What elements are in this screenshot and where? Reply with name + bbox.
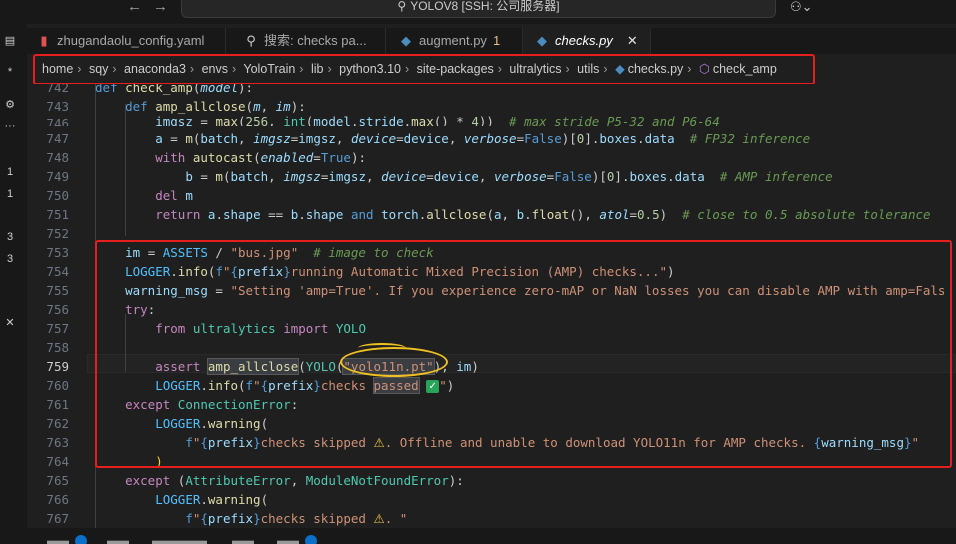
warning-icon: ⚠ <box>373 511 385 526</box>
line-number: 742 <box>46 84 69 95</box>
tab-label: zhugandaolu_config.yaml <box>57 33 205 48</box>
badge-2: 1 <box>6 188 14 200</box>
line-number: 752 <box>46 226 69 241</box>
account-icon[interactable]: ⚇⌄ <box>790 0 813 14</box>
activity-bar: ▤ * ⚙ ··· 1 1 3 3 ✕ <box>0 24 27 544</box>
search-icon[interactable]: * <box>0 66 20 78</box>
code-line: def amp_allclose(m, im): <box>125 99 306 114</box>
panel-tab[interactable]: ▬▬ <box>47 535 88 544</box>
tab-config-yaml[interactable]: ▮ zhugandaolu_config.yaml <box>27 28 226 54</box>
python-file-icon: ◆ <box>537 33 547 48</box>
model-arg-annotation-stroke <box>358 343 406 353</box>
badge-1: 1 <box>6 166 14 178</box>
badge-3: 3 <box>6 231 14 243</box>
line-number: 763 <box>46 435 69 450</box>
line-number: 755 <box>46 283 69 298</box>
code-line: b = m(batch, imgsz=imgsz, device=device,… <box>185 169 833 184</box>
line-number: 761 <box>46 397 69 412</box>
code-line: a = m(batch, imgsz=imgsz, device=device,… <box>155 131 811 146</box>
tab-augment-py[interactable]: ◆ augment.py 1 <box>386 28 523 54</box>
python-file-icon: ◆ <box>401 33 411 48</box>
line-number: 760 <box>46 378 69 393</box>
command-center-label: YOLOV8 [SSH: 公司服务器] <box>410 0 560 13</box>
panel-tab[interactable]: ▬▬▬▬▬ <box>152 535 207 544</box>
code-line: def check_amp(model): <box>95 84 254 95</box>
title-bar: ← → ⚲ YOLOV8 [SSH: 公司服务器] ⚇⌄ <box>0 0 956 24</box>
panel-tab[interactable]: ▬▬ <box>107 535 129 544</box>
search-icon: ⚲ <box>397 0 407 13</box>
tab-label: checks.py <box>555 33 613 48</box>
close-tab-icon[interactable]: ✕ <box>627 33 638 48</box>
line-number: 758 <box>46 340 69 355</box>
source-control-icon[interactable]: ⚙ <box>0 98 20 111</box>
line-number: 756 <box>46 302 69 317</box>
line-number: 743 <box>46 99 69 114</box>
search-icon: ⚲ <box>246 33 256 48</box>
line-number: 757 <box>46 321 69 336</box>
panel-bar: ▬▬ ▬▬ ▬▬▬▬▬ ▬▬ ▬▬ <box>27 528 956 544</box>
yaml-file-icon: ▮ <box>40 33 48 48</box>
command-center[interactable]: ⚲ YOLOV8 [SSH: 公司服务器] <box>181 0 776 18</box>
line-number: 754 <box>46 264 69 279</box>
code-line: LOGGER.warning( <box>155 492 269 507</box>
code-line: imgsz = max(256, int(model.stride.max() … <box>155 114 720 126</box>
code-line: return a.shape == b.shape and torch.allc… <box>155 207 931 222</box>
line-number: 762 <box>46 416 69 431</box>
code-line: with autocast(enabled=True): <box>155 150 366 165</box>
editor-tabs: ▮ zhugandaolu_config.yaml ⚲ 搜索: checks pa.… <box>27 28 956 54</box>
tab-checks-py[interactable]: ◆ checks.py ✕ <box>523 28 651 54</box>
code-line: del m <box>155 188 193 203</box>
panel-tab[interactable]: ▬▬ <box>232 535 254 544</box>
badge-4: 3 <box>6 253 14 265</box>
tab-search[interactable]: ⚲ 搜索: checks pa... <box>226 28 386 54</box>
line-number: 748 <box>46 150 69 165</box>
line-number: 746 <box>46 116 69 126</box>
notification-badge <box>305 535 318 544</box>
problems-count: 1 <box>492 33 501 48</box>
line-number: 749 <box>46 169 69 184</box>
line-number: 764 <box>46 454 69 469</box>
line-number: 750 <box>46 188 69 203</box>
line-number-current: 759 <box>46 359 69 374</box>
explorer-icon[interactable]: ▤ <box>0 34 20 47</box>
notification-badge <box>75 535 88 544</box>
arrow-right-icon[interactable]: → <box>153 0 168 14</box>
line-number: 747 <box>46 131 69 146</box>
breadcrumb-annotation-box <box>33 54 815 85</box>
code-annotation-box <box>95 240 952 468</box>
tab-label: augment.py <box>419 33 487 48</box>
line-number: 766 <box>46 492 69 507</box>
arrow-left-icon[interactable]: ← <box>127 0 142 14</box>
line-number: 767 <box>46 511 69 526</box>
panel-tab[interactable]: ▬▬ <box>277 535 318 544</box>
line-number: 765 <box>46 473 69 488</box>
code-line: except (AttributeError, ModuleNotFoundEr… <box>125 473 464 488</box>
line-number: 751 <box>46 207 69 222</box>
line-number: 753 <box>46 245 69 260</box>
close-icon[interactable]: ✕ <box>0 316 20 329</box>
more-icon[interactable]: ··· <box>0 120 20 132</box>
code-line: f"{prefix}checks skipped ⚠. " <box>185 511 408 526</box>
tab-label: 搜索: checks pa... <box>264 33 367 48</box>
